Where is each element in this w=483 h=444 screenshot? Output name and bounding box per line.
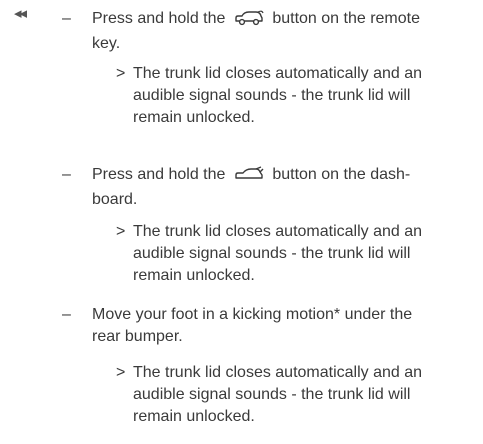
result-marker: > bbox=[116, 65, 126, 82]
trunk-dashboard-icon bbox=[234, 166, 264, 189]
step-text: Press and hold the button on the remote … bbox=[92, 10, 420, 52]
step-text: Press and hold the button on the dash-bo… bbox=[92, 166, 411, 208]
step-dash: – bbox=[62, 166, 71, 183]
result-marker: > bbox=[116, 223, 126, 240]
continued-marker: ◂◂ bbox=[14, 5, 27, 22]
step-text: Move your foot in a kicking motion* unde… bbox=[92, 306, 413, 345]
result-text: The trunk lid closes automatically and a… bbox=[133, 364, 423, 425]
result-text: The trunk lid closes automatically and a… bbox=[133, 223, 423, 284]
trunk-remote-key-icon bbox=[234, 10, 264, 33]
result-marker: > bbox=[116, 364, 126, 381]
step-dash: – bbox=[62, 10, 71, 27]
result-text: The trunk lid closes automatically and a… bbox=[133, 65, 423, 126]
step-dash: – bbox=[62, 306, 71, 323]
